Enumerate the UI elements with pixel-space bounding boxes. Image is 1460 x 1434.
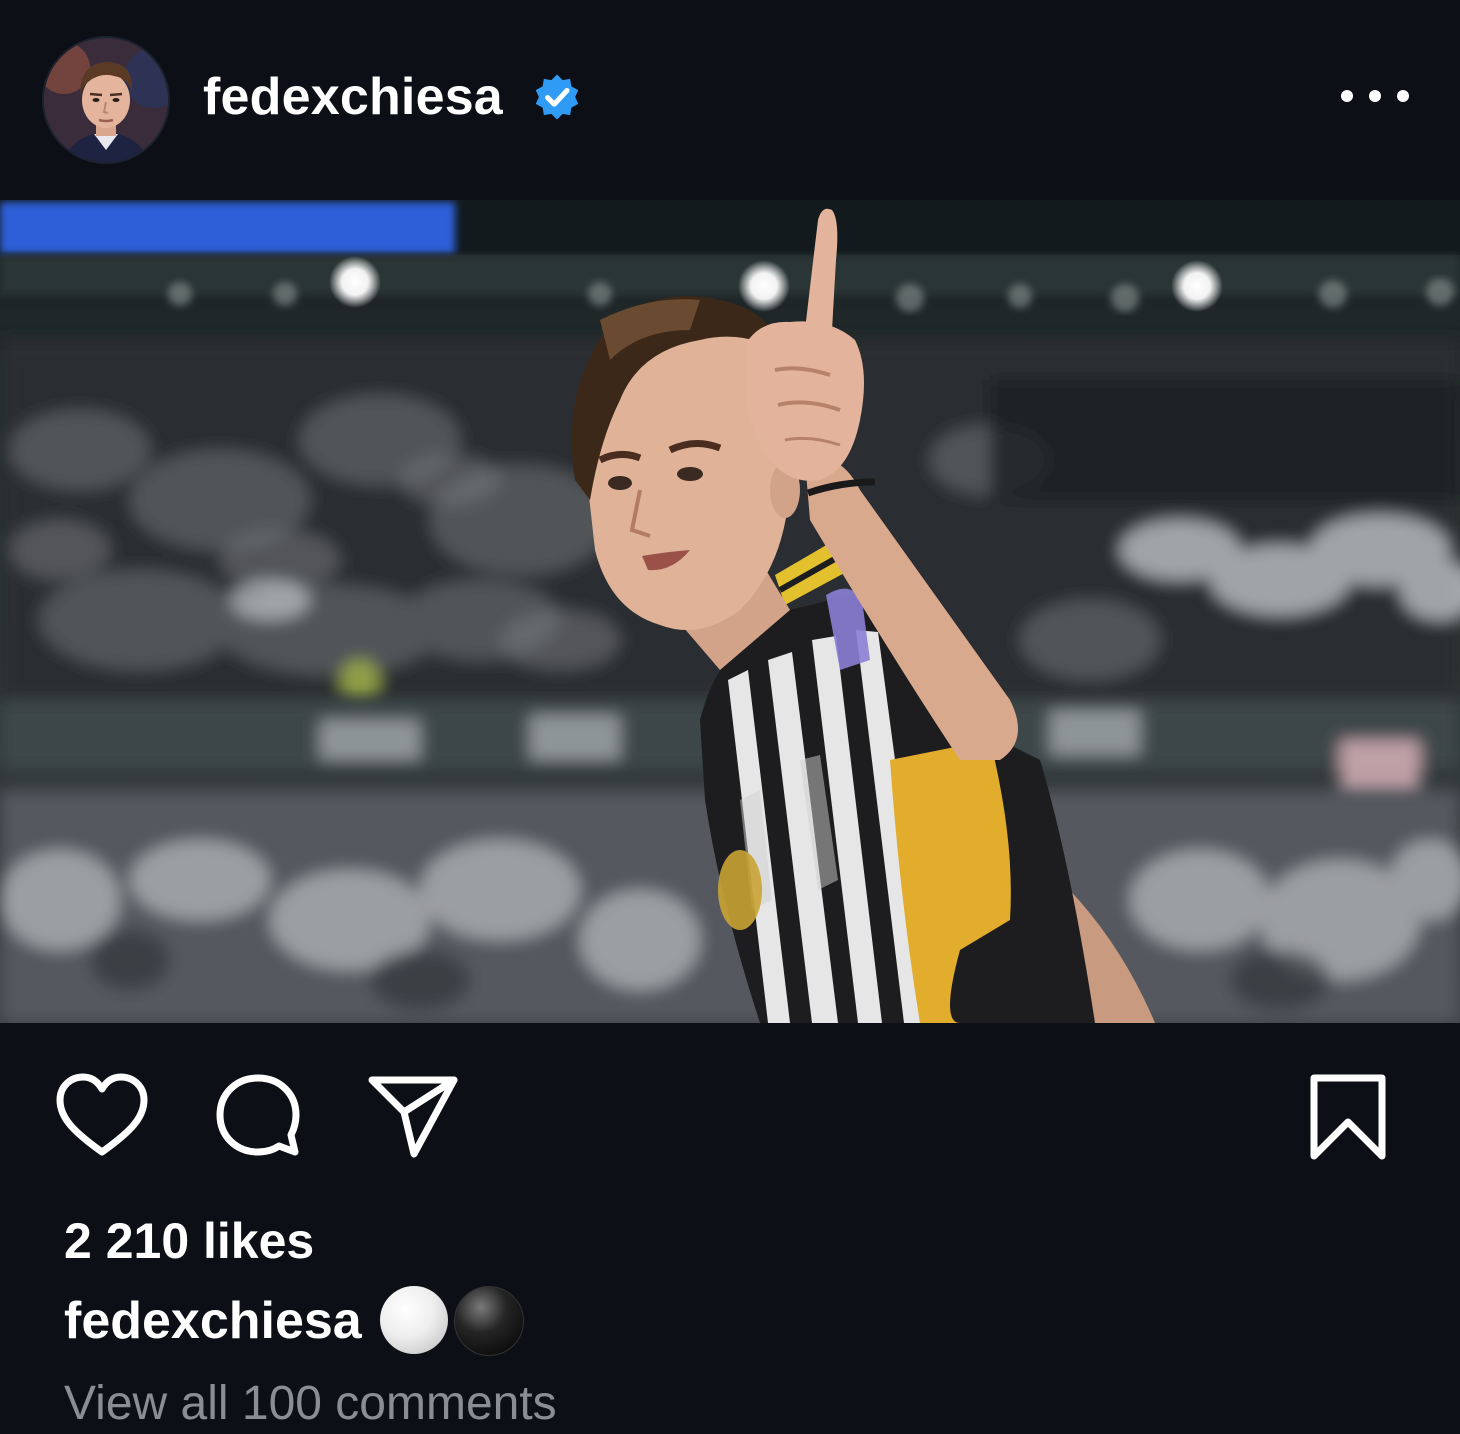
post-caption: fedexchiesa (64, 1286, 524, 1356)
more-options-icon[interactable] (1335, 76, 1415, 116)
post-photo[interactable] (0, 200, 1460, 1023)
post-username[interactable]: fedexchiesa (203, 62, 503, 132)
post-header: fedexchiesa (0, 0, 1460, 200)
stadium-celebration-photo (0, 200, 1460, 1023)
profile-avatar[interactable] (42, 36, 170, 164)
white-circle-emoji (379, 1286, 448, 1354)
avatar-image (44, 38, 168, 162)
paper-plane-icon[interactable] (366, 1072, 460, 1160)
view-all-comments-link[interactable]: View all 100 comments (64, 1374, 557, 1434)
likes-count[interactable]: 2 210 likes (64, 1210, 314, 1272)
comment-bubble-icon[interactable] (212, 1072, 304, 1160)
caption-username[interactable]: fedexchiesa (64, 1291, 362, 1351)
verified-badge-icon (535, 74, 579, 120)
caption-emojis (379, 1286, 524, 1356)
heart-icon[interactable] (54, 1072, 150, 1160)
bookmark-icon[interactable] (1306, 1072, 1390, 1162)
black-circle-emoji (453, 1286, 524, 1356)
